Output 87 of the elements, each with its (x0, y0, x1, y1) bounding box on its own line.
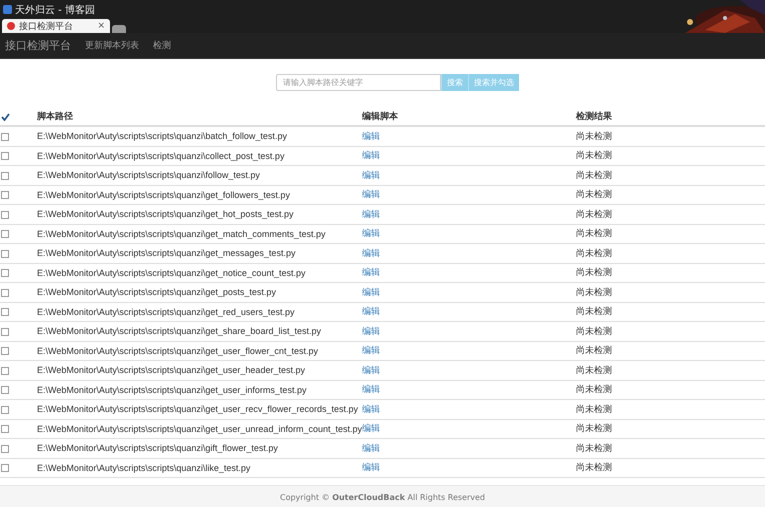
edit-link[interactable]: 编辑 (362, 286, 380, 297)
edit-link[interactable]: 编辑 (362, 267, 380, 278)
search-field[interactable]: 请输入脚本路径关键字 (276, 74, 441, 91)
row-checkbox[interactable] (1, 288, 9, 297)
table-cell: E:\WebMonitor\Auty\scripts\scripts\quanzi\get_followers_test.py (37, 190, 290, 200)
table-cell: 尚未检测 (576, 150, 612, 160)
edit-link[interactable]: 编辑 (362, 462, 380, 472)
table-cell: E:\WebMonitor\Auty\scripts\scripts\quanzi\get_red_users_test.py (37, 306, 294, 317)
table-cell: E:\WebMonitor\Auty\scripts\scripts\quanzi\gift_flower_test.py (37, 443, 278, 454)
checkmark-icon[interactable] (1, 112, 10, 121)
edit-link[interactable]: 编辑 (362, 345, 380, 356)
edit-link[interactable]: 编辑 (362, 306, 380, 316)
edit-link[interactable]: 编辑 (362, 189, 380, 200)
table-cell: E:\WebMonitor\Auty\scripts\scripts\quanzi\batch_follow_test.py (37, 131, 287, 142)
table-cell: 尚未检测 (576, 423, 612, 434)
table-cell: E:\WebMonitor\Auty\scripts\scripts\quanzi\get_messages_test.py (37, 248, 296, 258)
window-title: 天外归云 - 博客园 (15, 4, 95, 16)
app-icon (3, 5, 12, 14)
close-button[interactable]: × (97, 21, 105, 31)
edit-link[interactable]: 编辑 (362, 170, 380, 180)
table-cell: 尚未检测 (576, 384, 612, 394)
nav-link[interactable]: 检测 (153, 39, 171, 52)
row-checkbox[interactable] (1, 464, 9, 472)
column-header: 检测结果 (576, 110, 612, 120)
table-cell: E:\WebMonitor\Auty\scripts\scripts\quanzi\get_user_header_test.py (37, 365, 305, 376)
table-cell: 尚未检测 (576, 404, 612, 414)
table-cell: 尚未检测 (576, 248, 612, 258)
edit-link[interactable]: 编辑 (362, 442, 380, 453)
edit-link[interactable]: 编辑 (362, 208, 380, 219)
row-checkbox[interactable] (1, 230, 9, 238)
edit-link[interactable]: 编辑 (362, 384, 380, 394)
table-cell: E:\WebMonitor\Auty\scripts\scripts\quanzi\get_user_recv_flower_records_test.py (37, 404, 358, 414)
table-cell: 尚未检测 (576, 189, 612, 200)
row-checkbox[interactable] (1, 191, 9, 200)
edit-link[interactable]: 编辑 (362, 364, 380, 375)
browser-tab[interactable]: 接口检测平台 × (2, 19, 110, 33)
edit-link[interactable]: 编辑 (362, 228, 380, 238)
row-checkbox[interactable] (1, 308, 9, 316)
table-cell: 尚未检测 (576, 228, 612, 238)
table-cell: 尚未检测 (576, 364, 612, 375)
table-cell: 尚未检测 (576, 267, 612, 278)
table-cell: 尚未检测 (576, 286, 612, 297)
table-cell: E:\WebMonitor\Auty\scripts\scripts\quanzi\collect_post_test.py (37, 150, 284, 161)
table-cell: 尚未检测 (576, 130, 612, 141)
row-checkbox[interactable] (1, 386, 9, 394)
new-tab-button[interactable] (112, 25, 126, 33)
row-checkbox[interactable] (1, 132, 9, 141)
row-checkbox[interactable] (1, 366, 9, 375)
table-cell: 尚未检测 (576, 345, 612, 356)
copyright-text: Copyright © OuterCloudBack All Rights Reserved (280, 492, 485, 502)
edit-link[interactable]: 编辑 (362, 248, 380, 258)
row-checkbox[interactable] (1, 425, 9, 434)
edit-link[interactable]: 编辑 (362, 150, 380, 160)
table-cell: E:\WebMonitor\Auty\scripts\scripts\quanzi\get_user_unread_inform_count_test.py (37, 424, 362, 434)
edit-link[interactable]: 编辑 (362, 423, 380, 434)
row-checkbox[interactable] (1, 406, 9, 414)
row-checkbox[interactable] (1, 269, 9, 278)
row-checkbox[interactable] (1, 328, 9, 336)
table-cell: E:\WebMonitor\Auty\scripts\scripts\quanzi\get_notice_count_test.py (37, 268, 306, 278)
table-cell: E:\WebMonitor\Auty\scripts\scripts\quanzi\get_user_flower_cnt_test.py (37, 346, 318, 356)
nav-link[interactable]: 更新脚本列表 (85, 39, 139, 52)
row-checkbox[interactable] (1, 250, 9, 258)
row-checkbox[interactable] (1, 347, 9, 356)
table-cell: 尚未检测 (576, 208, 612, 219)
table-cell: E:\WebMonitor\Auty\scripts\scripts\quanzi\like_test.py (37, 462, 250, 473)
table-cell: E:\WebMonitor\Auty\scripts\scripts\quanzi\get_hot_posts_test.py (37, 209, 294, 220)
row-checkbox[interactable] (1, 444, 9, 453)
table-cell: E:\WebMonitor\Auty\scripts\scripts\quanzi\get_match_comments_test.py (37, 228, 326, 239)
edit-link[interactable]: 编辑 (362, 404, 380, 414)
column-header: 编辑脚本 (362, 110, 398, 120)
brand-title[interactable]: 接口检测平台 (5, 38, 71, 53)
table-cell: 尚未检测 (576, 326, 612, 336)
site-icon (7, 22, 15, 30)
table-cell: 尚未检测 (576, 442, 612, 453)
table-cell: 尚未检测 (576, 170, 612, 180)
row-checkbox[interactable] (1, 152, 9, 160)
table-cell: E:\WebMonitor\Auty\scripts\scripts\quanzi\get_user_informs_test.py (37, 384, 306, 395)
table-cell: E:\WebMonitor\Auty\scripts\scripts\quanzi\follow_test.py (37, 170, 260, 180)
row-checkbox[interactable] (1, 210, 9, 219)
edit-link[interactable]: 编辑 (362, 326, 380, 336)
table-cell: 尚未检测 (576, 306, 612, 316)
column-header: 脚本路径 (37, 110, 73, 120)
table-cell: E:\WebMonitor\Auty\scripts\scripts\quanzi\get_share_board_list_test.py (37, 326, 321, 336)
row-checkbox[interactable] (1, 172, 9, 180)
edit-link[interactable]: 编辑 (362, 130, 380, 141)
table-cell: E:\WebMonitor\Auty\scripts\scripts\quanzi\get_posts_test.py (37, 287, 276, 298)
table-cell: 尚未检测 (576, 462, 612, 472)
